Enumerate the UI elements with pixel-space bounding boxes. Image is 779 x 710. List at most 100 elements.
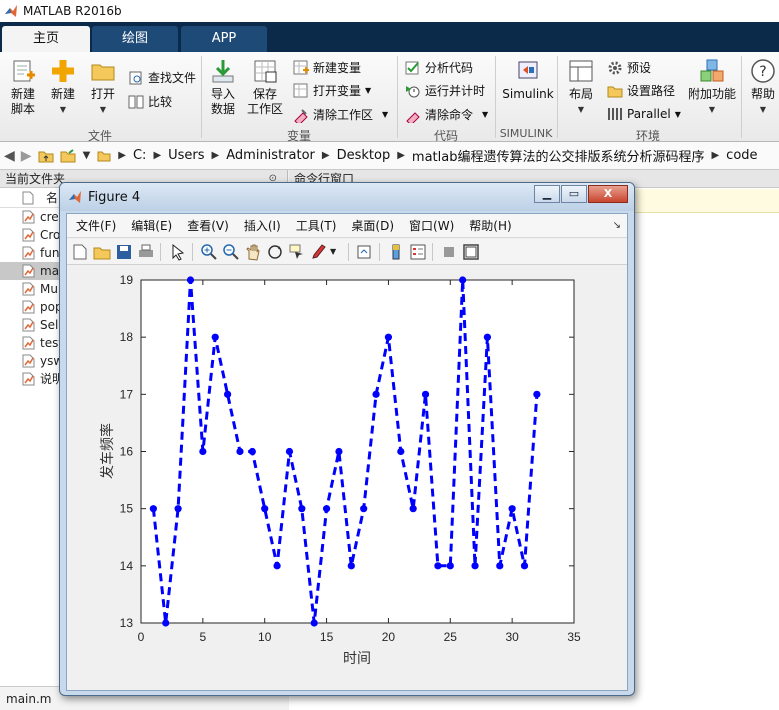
parallel-dropdown-icon[interactable]: ▼ [675, 110, 681, 119]
open-button[interactable]: 打开 ▼ [86, 58, 120, 117]
analyze-code-button[interactable]: 分析代码 [405, 59, 473, 76]
set-path-button[interactable]: 设置路径 [607, 82, 675, 99]
menu-file[interactable]: 文件(F) [76, 217, 116, 234]
minimize-button[interactable]: ▁ [534, 185, 560, 203]
open-file-icon[interactable] [93, 243, 111, 261]
new-figure-icon[interactable] [71, 243, 89, 261]
menu-tools[interactable]: 工具(T) [296, 217, 337, 234]
data-point-marker[interactable] [174, 505, 182, 513]
breadcrumb-drive[interactable]: C: [133, 148, 146, 163]
tab-plots[interactable]: 绘图 [92, 26, 178, 52]
data-point-marker[interactable] [446, 562, 454, 570]
data-cursor-icon[interactable] [288, 243, 306, 261]
data-point-marker[interactable] [483, 333, 491, 341]
data-point-marker[interactable] [471, 562, 479, 570]
data-point-marker[interactable] [520, 562, 529, 570]
up-folder-icon[interactable] [38, 148, 54, 164]
pan-hand-icon[interactable] [244, 243, 262, 261]
data-point-marker[interactable] [199, 447, 207, 456]
data-point-marker[interactable] [347, 562, 355, 570]
colorbar-icon[interactable] [387, 243, 405, 261]
brush-icon[interactable] [310, 243, 328, 261]
parallel-button[interactable]: Parallel ▼ [607, 106, 681, 122]
data-point-marker[interactable] [322, 505, 331, 513]
data-point-marker[interactable] [360, 505, 368, 513]
clear-commands-button[interactable]: 清除命令 ▼ [405, 106, 488, 123]
data-point-marker[interactable] [335, 447, 343, 456]
data-point-marker[interactable] [409, 505, 417, 513]
menu-window[interactable]: 窗口(W) [409, 217, 454, 234]
data-point-marker[interactable] [261, 505, 269, 513]
import-data-button[interactable]: 导入 数据 [205, 58, 241, 117]
print-icon[interactable] [137, 243, 155, 261]
data-point-marker[interactable] [236, 447, 244, 456]
menu-view[interactable]: 查看(V) [187, 217, 229, 234]
menu-insert[interactable]: 插入(I) [244, 217, 281, 234]
preferences-button[interactable]: 预设 [607, 59, 651, 76]
tab-home[interactable]: 主页 [2, 26, 90, 52]
save-figure-icon[interactable] [115, 243, 133, 261]
data-point-marker[interactable] [162, 619, 170, 627]
new-button[interactable]: 新建 ▼ [46, 58, 80, 117]
find-files-button[interactable]: 查找文件 [128, 69, 196, 86]
data-point-marker[interactable] [421, 390, 430, 398]
help-dropdown-icon[interactable]: ▼ [747, 102, 779, 117]
maximize-button[interactable]: ▭ [561, 185, 587, 203]
data-point-marker[interactable] [310, 619, 318, 627]
help-button[interactable]: ? 帮助 ▼ [747, 58, 779, 117]
layout-button[interactable]: 布局 ▼ [563, 58, 599, 117]
addons-button[interactable]: 附加功能 ▼ [688, 58, 736, 117]
figure-title-bar[interactable]: Figure 4 ▁ ▭ X [60, 183, 634, 211]
data-point-marker[interactable] [248, 447, 256, 456]
path-dropdown-icon[interactable]: ▼ [83, 150, 91, 161]
open-dropdown-icon[interactable]: ▼ [86, 102, 120, 117]
data-point-marker[interactable] [285, 447, 294, 456]
back-arrow-icon[interactable]: ◀ [4, 148, 15, 164]
data-point-marker[interactable] [459, 276, 467, 284]
addons-dropdown-icon[interactable]: ▼ [688, 102, 736, 117]
data-point-marker[interactable] [384, 333, 393, 341]
line-chart[interactable]: 0 5 10 15 20 25 30 35 13 14 15 16 17 18 19 时间 发车频率 [67, 266, 627, 690]
figure-window[interactable]: Figure 4 ▁ ▭ X 文件(F) 编辑(E) 查看(V) 插入(I) 工… [59, 182, 635, 696]
data-point-marker[interactable] [224, 390, 232, 398]
data-point-marker[interactable] [186, 276, 195, 284]
run-and-time-button[interactable]: 运行并计时 [405, 82, 485, 99]
save-workspace-button[interactable]: 保存 工作区 [245, 58, 285, 117]
data-point-marker[interactable] [273, 562, 281, 570]
layout-dropdown-icon[interactable]: ▼ [563, 102, 599, 117]
show-plot-tools-icon[interactable] [462, 243, 480, 261]
data-point-marker[interactable] [508, 505, 516, 513]
data-point-marker[interactable] [149, 505, 157, 513]
data-point-marker[interactable] [298, 505, 306, 513]
breadcrumb-project-folder[interactable]: matlab编程遗传算法的公交排版系统分析源码程序 [412, 146, 705, 165]
tab-apps[interactable]: APP [181, 26, 267, 52]
new-dropdown-icon[interactable]: ▼ [46, 102, 80, 117]
browse-folder-icon[interactable] [60, 148, 76, 164]
clear-commands-dropdown-icon[interactable]: ▼ [482, 110, 488, 119]
open-variable-button[interactable]: 打开变量 ▼ [293, 82, 371, 99]
breadcrumb-administrator[interactable]: Administrator [226, 148, 315, 163]
menu-help[interactable]: 帮助(H) [469, 217, 511, 234]
link-plot-icon[interactable] [356, 243, 374, 261]
menu-edit[interactable]: 编辑(E) [131, 217, 172, 234]
breadcrumb-users[interactable]: Users [168, 148, 204, 163]
brush-dropdown-icon[interactable]: ▼ [330, 247, 348, 265]
new-variable-button[interactable]: 新建变量 [293, 59, 361, 76]
data-point-marker[interactable] [211, 333, 219, 341]
close-button[interactable]: X [588, 185, 628, 203]
data-point-marker[interactable] [372, 390, 380, 398]
data-point-marker[interactable] [496, 562, 504, 570]
forward-arrow-icon[interactable]: ▶ [21, 148, 32, 164]
breadcrumb-code[interactable]: code [726, 148, 757, 163]
new-script-button[interactable]: 新建 脚本 [6, 58, 40, 117]
zoom-out-icon[interactable] [222, 243, 240, 261]
hide-plot-tools-icon[interactable] [440, 243, 458, 261]
open-variable-dropdown-icon[interactable]: ▼ [365, 86, 371, 95]
menu-desktop[interactable]: 桌面(D) [351, 217, 394, 234]
clear-workspace-dropdown-icon[interactable]: ▼ [382, 110, 388, 119]
data-point-marker[interactable] [434, 562, 442, 570]
compare-button[interactable]: 比较 [128, 93, 172, 110]
clear-workspace-button[interactable]: 清除工作区 ▼ [293, 106, 388, 123]
dock-arrow-icon[interactable]: ↘ [613, 220, 621, 231]
pointer-arrow-icon[interactable] [169, 243, 187, 261]
